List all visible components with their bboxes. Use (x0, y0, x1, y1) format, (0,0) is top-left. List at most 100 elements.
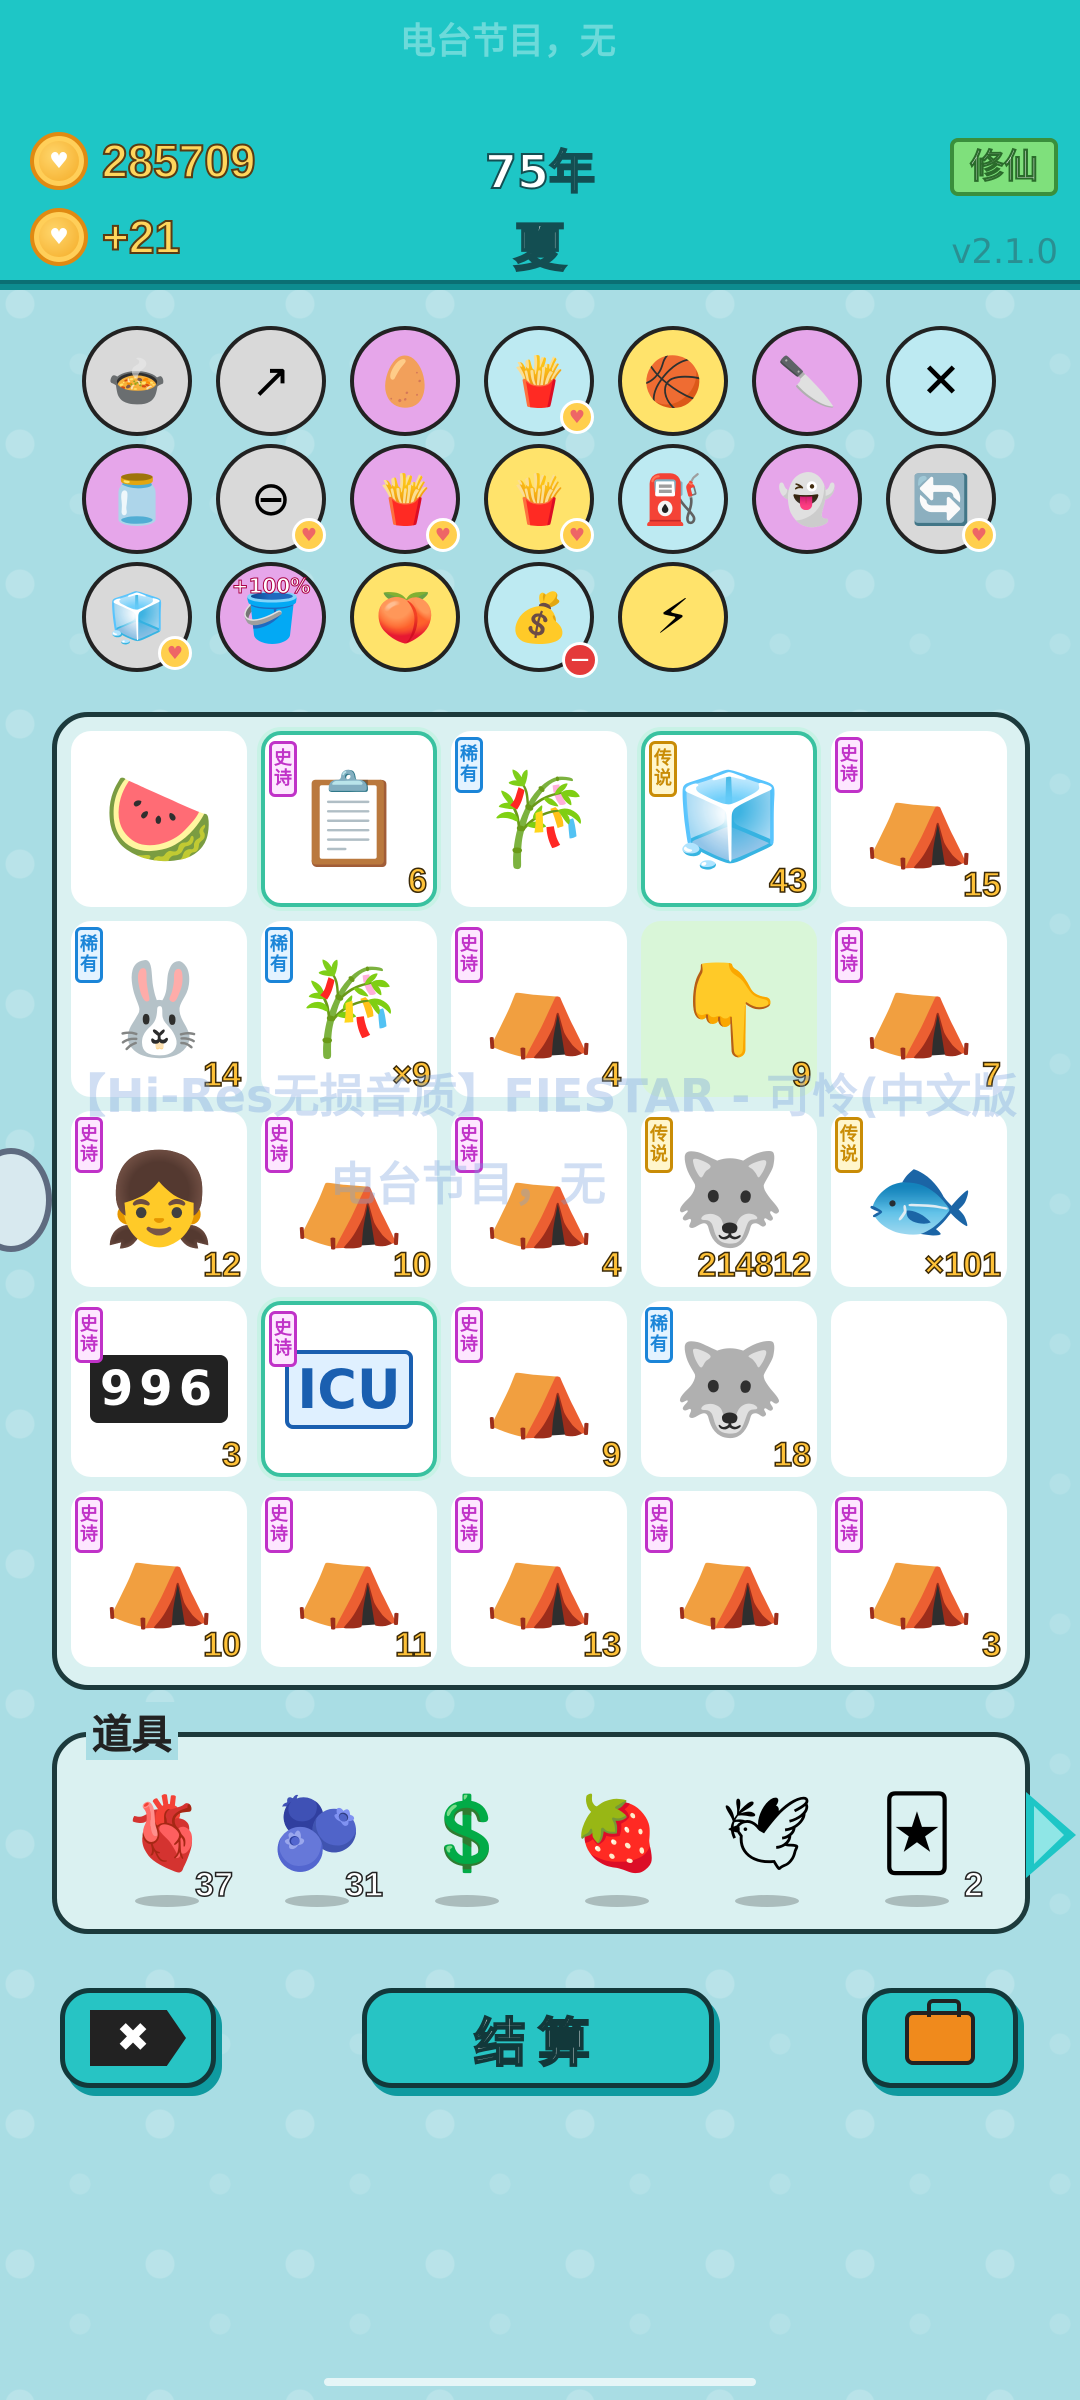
board-cell[interactable]: 🧊 传说 43 (641, 731, 817, 907)
remove-icon[interactable]: ⊖ ♥ (216, 444, 326, 554)
ghost-icon[interactable]: 👻 (752, 444, 862, 554)
board-cell[interactable]: ⛺ 史诗 10 (71, 1491, 247, 1667)
cleaver-icon[interactable]: 🔪 (752, 326, 862, 436)
bucket-icon[interactable]: 🪣 +100% (216, 562, 326, 672)
jar-icon-glyph: 🫙 (107, 471, 167, 528)
blueberry-icon[interactable]: 🫐 31 (257, 1773, 384, 1907)
duck-pot-icon-glyph: 🍲 (107, 353, 167, 410)
sack-icon[interactable]: 💰 − (484, 562, 598, 678)
home-indicator[interactable] (324, 2378, 756, 2386)
strawberry-icon-glyph: 🍓 (572, 1790, 662, 1875)
refresh-icon[interactable]: 🔄 ♥ (886, 444, 996, 554)
rabbit-tent-icon: ⛺ (482, 1526, 596, 1632)
epic-rarity-tag: 史诗 (75, 1497, 103, 1553)
cell-count: 214812 (697, 1245, 812, 1285)
eyepatch-icon[interactable]: 🍑 (350, 562, 460, 672)
heart-badge-icon: ♥ (560, 400, 594, 434)
basketballs-icon[interactable]: 🏀 (618, 326, 728, 436)
item-shadow (735, 1895, 799, 1907)
rabbit-tent-icon: ⛺ (862, 956, 976, 1062)
fries-icon[interactable]: 🍟 ♥ (350, 444, 460, 554)
cubes-icon-glyph: 🧊 (107, 589, 167, 646)
chopsticks-icon[interactable]: ✕ (886, 326, 996, 436)
board-cell[interactable]: 📋 史诗 6 (261, 731, 437, 907)
board-cell[interactable]: 996 史诗 3 (71, 1301, 247, 1477)
fries-icon-glyph: 🍟 (509, 353, 569, 410)
item-shadow (435, 1895, 499, 1907)
cell-count: 10 (392, 1245, 431, 1285)
jar-icon[interactable]: 🫙 (82, 444, 192, 554)
rare-rarity-tag: 稀有 (75, 927, 103, 983)
board-cell[interactable]: 🎋 稀有 (451, 731, 627, 907)
cell-count: 3 (981, 1625, 1001, 1665)
board-cell[interactable]: ⛺ 史诗 3 (831, 1491, 1007, 1667)
board-cell[interactable]: ⛺ 史诗 9 (451, 1301, 627, 1477)
board-cell[interactable]: 🐺 稀有 18 (641, 1301, 817, 1477)
heart-badge-icon: ♥ (560, 518, 594, 552)
epic-rarity-tag: 史诗 (269, 741, 297, 797)
board-cell[interactable]: 🐟 传说 ×101 (831, 1111, 1007, 1287)
pump-icon-glyph: ⛽ (643, 471, 703, 528)
board-cell[interactable]: ICU 史诗 (261, 1301, 437, 1477)
briefcase-icon (905, 1999, 975, 2065)
item-shadow (285, 1895, 349, 1907)
watermelon-icon: 🍉 (102, 766, 216, 872)
epic-rarity-tag: 史诗 (645, 1497, 673, 1553)
icu-icon: ICU (285, 1349, 413, 1429)
board-cell[interactable]: ⛺ 史诗 (641, 1491, 817, 1667)
item-shadow (885, 1895, 949, 1907)
bamboo-icon: 🎋 (292, 956, 406, 1062)
cubes-icon[interactable]: 🧊 ♥ (82, 562, 192, 672)
cell-count: 18 (772, 1435, 811, 1475)
fries-icon[interactable]: 🍟 ♥ (484, 444, 594, 554)
ctrl-cv-icon: 📋 (292, 766, 406, 872)
rare-cards-icon[interactable]: 🃏 2 (857, 1773, 984, 1907)
dove-icon[interactable]: 🕊 (707, 1773, 827, 1907)
rabbit-tent-icon: ⛺ (672, 1526, 786, 1632)
board-cell[interactable]: ⛺ 史诗 13 (451, 1491, 627, 1667)
cell-count: 6 (407, 861, 427, 901)
board-cell[interactable]: ⛺ 史诗 15 (831, 731, 1007, 907)
cell-count: 12 (202, 1245, 241, 1285)
duck-pot-icon[interactable]: 🍲 (82, 326, 192, 436)
cell-count: 4 (601, 1245, 621, 1285)
close-icon: ✖ (90, 2010, 186, 2066)
eyepatch-icon-glyph: 🍑 (375, 589, 435, 646)
sack-icon-glyph: 💰 (509, 589, 569, 646)
item-shadow (585, 1895, 649, 1907)
bamboo-icon: 🎋 (482, 766, 596, 872)
girl-icon: 👧 (102, 1146, 216, 1252)
cell-count: 10 (202, 1625, 241, 1665)
rare-rarity-tag: 稀有 (265, 927, 293, 983)
strawberry-icon[interactable]: 🍓 (557, 1773, 677, 1907)
board-cell[interactable]: 🐺 传说 214812 (641, 1111, 817, 1287)
liver-icon-glyph: 🫀 (122, 1790, 212, 1875)
blueberry-icon-glyph: 🫐 (272, 1790, 362, 1875)
bag-button[interactable] (862, 1988, 1018, 2088)
lightning-icon-glyph: ⚡ (656, 589, 690, 645)
upgrade-arrow-icon[interactable]: ↗ (216, 326, 326, 436)
dove-icon-glyph: 🕊 (721, 1790, 813, 1875)
egg-icon[interactable]: 🥚 (350, 326, 460, 436)
rabbit-icon: 🐰 (102, 956, 216, 1062)
fries-icon[interactable]: 🍟 ♥ (484, 326, 594, 436)
close-button[interactable]: ✖ (60, 1988, 216, 2088)
dollar-coin-icon[interactable]: 💲 (407, 1773, 527, 1907)
board-cell[interactable] (831, 1301, 1007, 1477)
board-cell[interactable]: 👧 史诗 12 (71, 1111, 247, 1287)
board-cell[interactable]: ⛺ 史诗 11 (261, 1491, 437, 1667)
epic-rarity-tag: 史诗 (835, 927, 863, 983)
pump-icon[interactable]: ⛽ (618, 444, 728, 554)
liver-icon[interactable]: 🫀 37 (107, 1773, 234, 1907)
version-label: v2.1.0 (951, 232, 1058, 272)
cell-count: 9 (601, 1435, 621, 1475)
xiuxian-button[interactable]: 修仙 (950, 138, 1058, 196)
watermark-line-1: 【Hi-Res无损音质】FIESTAR - 可怜(中文版 (60, 1069, 1018, 1123)
heart-badge-icon: ♥ (962, 518, 996, 552)
board-cell[interactable]: 🍉 (71, 731, 247, 907)
basketballs-icon-glyph: 🏀 (643, 353, 703, 410)
year-label: 75年 (484, 144, 596, 200)
season-label: 夏 (513, 218, 567, 280)
lightning-icon[interactable]: ⚡ (618, 562, 728, 672)
settle-button[interactable]: 结算 (362, 1988, 714, 2088)
